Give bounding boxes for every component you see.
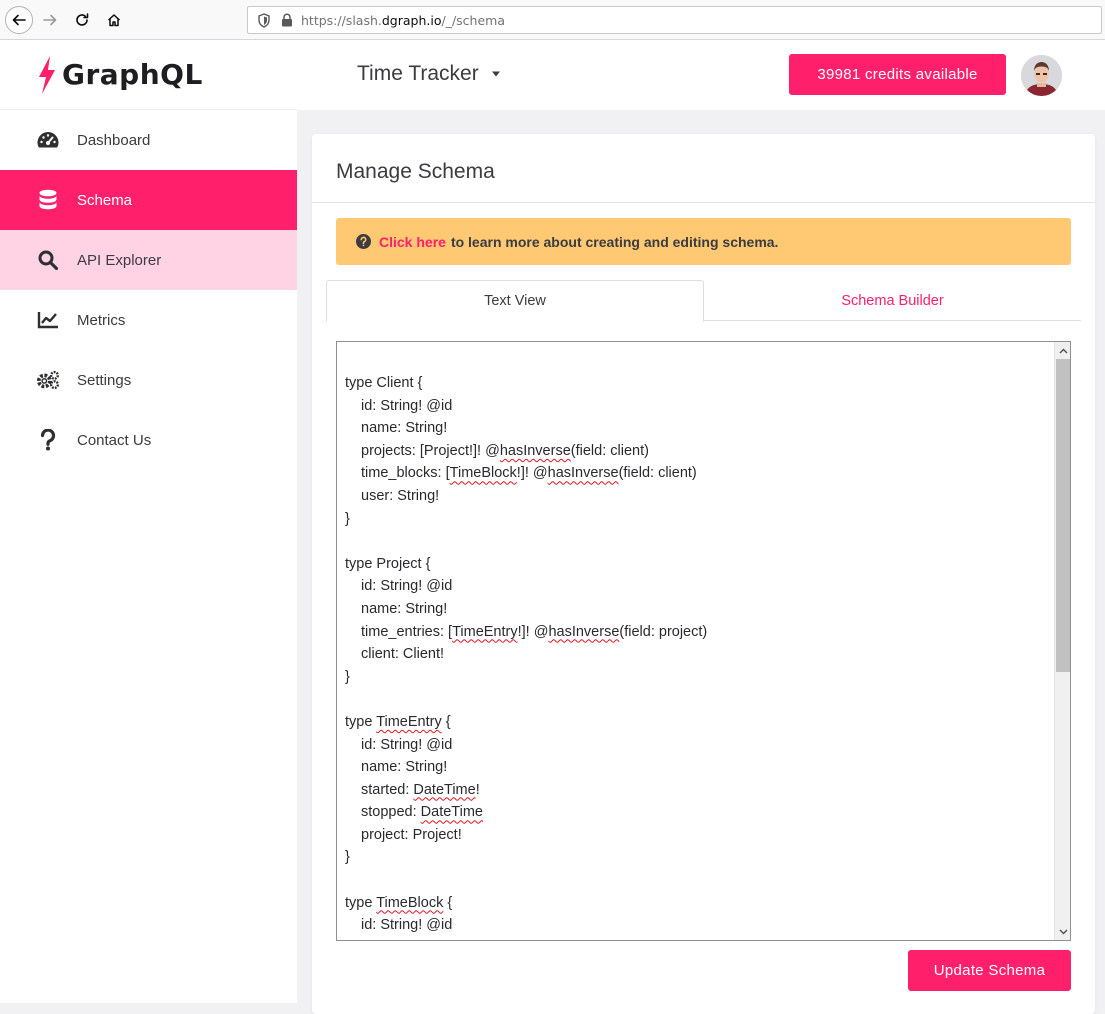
browser-toolbar: https://slash.dgraph.io/_/schema bbox=[0, 0, 1105, 40]
code-line: projects: [Project!]! @hasInverse(field:… bbox=[361, 442, 649, 459]
sidebar-item-label: API Explorer bbox=[77, 251, 162, 269]
code-line: } bbox=[345, 510, 350, 527]
address-bar[interactable]: https://slash.dgraph.io/_/schema bbox=[247, 6, 1102, 34]
bolt-icon bbox=[39, 55, 55, 94]
code-line: id: String! @id bbox=[361, 397, 453, 414]
code-line: name: String! bbox=[361, 600, 448, 617]
schema-code: type Client { id: String! @id name: String… bbox=[345, 372, 707, 937]
sidebar: GraphQL Dashboard Schema API Explorer Me… bbox=[0, 40, 297, 1003]
avatar[interactable] bbox=[1021, 55, 1062, 96]
banner-text: to learn more about creating and editing… bbox=[450, 233, 779, 250]
credits-button[interactable]: 39981 credits available bbox=[789, 54, 1006, 95]
editor-scrollbar[interactable] bbox=[1054, 342, 1070, 940]
sidebar-item-contact-us[interactable]: Contact Us bbox=[0, 410, 297, 470]
dashboard-icon bbox=[36, 128, 60, 152]
logo[interactable]: GraphQL bbox=[0, 40, 297, 110]
database-icon bbox=[36, 188, 60, 212]
gears-icon bbox=[36, 368, 60, 392]
code-line: id: String! @id bbox=[361, 578, 453, 595]
shield-icon bbox=[258, 12, 270, 28]
caret-down-icon bbox=[491, 71, 500, 77]
code-line: type Client { bbox=[345, 375, 423, 391]
sidebar-item-label: Metrics bbox=[77, 311, 126, 329]
user-avatar-image bbox=[1021, 55, 1062, 96]
code-line: type TimeEntry { bbox=[345, 713, 451, 730]
top-header: Time Tracker 39981 credits available bbox=[297, 40, 1105, 110]
scroll-thumb[interactable] bbox=[1056, 359, 1070, 672]
code-line: client: Client! bbox=[361, 646, 445, 663]
sidebar-item-label: Dashboard bbox=[77, 131, 151, 149]
sidebar-item-api-explorer[interactable]: API Explorer bbox=[0, 230, 297, 290]
sidebar-item-settings[interactable]: Settings bbox=[0, 350, 297, 410]
home-button[interactable] bbox=[100, 6, 128, 34]
sidebar-item-metrics[interactable]: Metrics bbox=[0, 290, 297, 350]
home-icon bbox=[107, 14, 121, 27]
code-line: stopped: DateTime bbox=[361, 804, 483, 821]
schema-card: Manage Schema Click here to learn more a… bbox=[312, 134, 1095, 1014]
update-schema-button[interactable]: Update Schema bbox=[908, 950, 1071, 991]
scroll-up-button[interactable] bbox=[1055, 342, 1070, 359]
code-line: name: String! bbox=[361, 420, 448, 437]
arrow-left-icon bbox=[12, 14, 26, 26]
code-line: type Project { bbox=[345, 555, 431, 572]
code-line: project: Project! bbox=[361, 826, 462, 843]
url-text: https://slash.dgraph.io/_/schema bbox=[301, 12, 505, 28]
info-banner: Click here to learn more about creating … bbox=[336, 218, 1071, 265]
code-line: type TimeBlock { bbox=[345, 894, 453, 911]
logo-text: GraphQL bbox=[62, 58, 203, 91]
code-line: time_entries: [TimeEntry!]! @hasInverse(… bbox=[361, 623, 708, 640]
sidebar-item-dashboard[interactable]: Dashboard bbox=[0, 110, 297, 170]
chevron-up-icon bbox=[1059, 348, 1067, 353]
chart-line-icon bbox=[36, 308, 60, 332]
schema-editor[interactable]: type Client { id: String! @id name: String… bbox=[336, 341, 1071, 941]
project-selector[interactable]: Time Tracker bbox=[357, 62, 501, 86]
back-button[interactable] bbox=[5, 6, 33, 34]
sidebar-item-label: Contact Us bbox=[77, 431, 152, 449]
reload-icon bbox=[76, 13, 89, 26]
sidebar-item-schema[interactable]: Schema bbox=[0, 170, 297, 230]
project-name: Time Tracker bbox=[357, 62, 479, 85]
search-icon bbox=[36, 248, 60, 272]
code-line: id: String! @id bbox=[361, 736, 453, 753]
code-line: id: String! @id bbox=[361, 917, 453, 934]
divider bbox=[312, 202, 1095, 203]
question-circle-icon bbox=[356, 234, 371, 249]
code-line: started: DateTime! bbox=[361, 781, 480, 798]
forward-button[interactable] bbox=[36, 6, 64, 34]
code-line: } bbox=[345, 849, 350, 866]
sidebar-item-label: Schema bbox=[77, 191, 133, 209]
reload-button[interactable] bbox=[68, 6, 96, 34]
tab-text-view[interactable]: Text View bbox=[326, 280, 704, 322]
code-line: time_blocks: [TimeBlock!]! @hasInverse(f… bbox=[361, 465, 697, 482]
lock-icon bbox=[282, 13, 292, 27]
scroll-down-button[interactable] bbox=[1055, 923, 1070, 940]
arrow-right-icon bbox=[43, 14, 57, 26]
code-line: user: String! bbox=[361, 487, 440, 504]
sidebar-item-label: Settings bbox=[77, 371, 132, 389]
chevron-down-icon bbox=[1059, 929, 1067, 934]
page-title: Manage Schema bbox=[336, 160, 495, 183]
view-tabs: Text View Schema Builder bbox=[326, 280, 1081, 322]
question-icon bbox=[36, 428, 60, 452]
code-line: } bbox=[345, 668, 350, 685]
tab-schema-builder[interactable]: Schema Builder bbox=[704, 280, 1081, 321]
code-line: name: String! bbox=[361, 759, 448, 776]
learn-more-link[interactable]: Click here bbox=[379, 234, 446, 250]
